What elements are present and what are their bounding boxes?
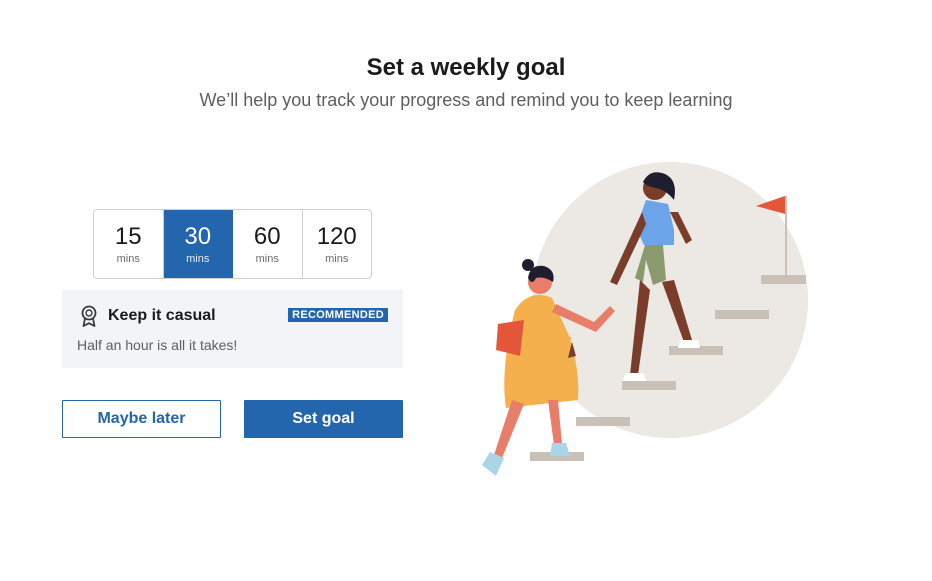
goal-option-30[interactable]: 30 mins [163, 210, 233, 278]
page-subtitle: We’ll help you track your progress and r… [199, 90, 733, 110]
goal-option-unit: mins [325, 252, 349, 265]
goal-option-unit: mins [116, 252, 140, 265]
goal-option-unit: mins [255, 252, 279, 265]
stairs-climbing-illustration [482, 162, 808, 476]
award-ribbon-icon [81, 305, 97, 327]
maybe-later-button[interactable]: Maybe later [62, 400, 221, 438]
goal-option-value: 60 [253, 222, 281, 250]
goal-info-description: Half an hour is all it takes! [77, 337, 238, 353]
goal-option-unit: mins [186, 252, 210, 265]
goal-info-heading: Keep it casual [108, 307, 216, 324]
goal-options: 15 mins 30 mins 60 mins 120 mins [93, 209, 372, 279]
goal-option-15[interactable]: 15 mins [94, 210, 164, 278]
goal-option-60[interactable]: 60 mins [233, 210, 303, 278]
goal-option-value: 15 [114, 222, 142, 250]
goal-info-panel: Keep it casual RECOMMENDED Half an hour … [62, 290, 403, 368]
goal-option-value: 30 [184, 222, 212, 250]
page-title: Set a weekly goal [366, 54, 566, 81]
goal-option-120[interactable]: 120 mins [302, 210, 371, 278]
goal-option-value: 120 [316, 222, 357, 250]
set-goal-button[interactable]: Set goal [244, 400, 403, 438]
recommended-badge: RECOMMENDED [288, 308, 388, 322]
